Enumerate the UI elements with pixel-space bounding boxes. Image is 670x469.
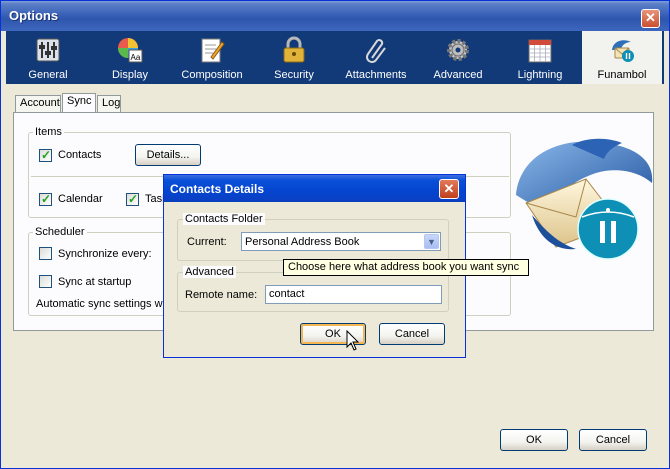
tool-attachments[interactable]: Attachments — [336, 31, 416, 84]
auto-sync-text: Automatic sync settings wi — [36, 298, 165, 310]
address-book-tooltip: Choose here what address book you want s… — [283, 259, 529, 276]
calendar-checkbox[interactable] — [39, 192, 52, 206]
dialog-title: Contacts Details — [170, 182, 265, 196]
contacts-label: Contacts — [58, 149, 102, 161]
dialog-close-button[interactable]: ✕ — [439, 179, 459, 199]
remote-name-input[interactable]: contact — [265, 285, 442, 304]
address-book-select-value: Personal Address Book — [245, 236, 360, 248]
tool-general-label: General — [28, 69, 68, 81]
tool-display-label: Display — [111, 69, 149, 81]
tool-attachments-label: Attachments — [345, 69, 407, 81]
tool-security-label: Security — [274, 69, 314, 81]
tool-lightning-label: Lightning — [517, 69, 563, 81]
padlock-icon — [283, 36, 305, 63]
tool-funambol[interactable]: Funambol — [582, 31, 662, 84]
options-ok-button[interactable]: OK — [500, 429, 568, 451]
tool-lightning[interactable]: Lightning — [500, 31, 580, 84]
items-group-title: Items — [33, 126, 64, 138]
sync-every-checkbox[interactable] — [39, 247, 52, 260]
funambol-bird-icon — [612, 40, 634, 62]
dialog-title-bar[interactable]: Contacts Details ✕ — [164, 175, 465, 202]
tool-funambol-label: Funambol — [597, 69, 647, 81]
paperclip-icon — [366, 39, 386, 63]
tab-log[interactable]: Log — [97, 95, 121, 112]
sync-startup-checkbox[interactable] — [39, 275, 52, 288]
tool-advanced-label: Advanced — [433, 69, 483, 81]
title-bar[interactable]: Options ✕ — [1, 1, 669, 31]
composition-pencil-icon — [201, 38, 225, 63]
display-palette-icon: Aa — [118, 38, 143, 63]
tool-composition[interactable]: Composition — [172, 31, 252, 84]
tool-composition-label: Composition — [181, 69, 243, 81]
tasks-checkbox[interactable] — [126, 192, 139, 206]
scheduler-group-title: Scheduler — [33, 226, 87, 238]
tool-security[interactable]: Security — [254, 31, 334, 84]
advanced-group-title: Advanced — [183, 266, 236, 278]
contacts-checkbox[interactable] — [39, 148, 52, 162]
sliders-icon — [36, 38, 60, 62]
current-label: Current: — [187, 236, 227, 248]
svg-text:Aa: Aa — [131, 53, 141, 62]
funambol-logo — [516, 138, 653, 260]
details-button[interactable]: Details... — [135, 144, 201, 166]
tab-account[interactable]: Account — [15, 95, 61, 112]
tool-general[interactable]: General — [8, 31, 88, 84]
contacts-folder-group-title: Contacts Folder — [183, 213, 265, 225]
calendar-icon — [528, 39, 552, 63]
address-book-select[interactable]: Personal Address Book ▼ — [241, 232, 441, 251]
mouse-cursor-icon — [346, 330, 360, 351]
calendar-label: Calendar — [58, 193, 103, 205]
options-cancel-button[interactable]: Cancel — [579, 429, 647, 451]
gear-icon — [447, 39, 469, 61]
dialog-cancel-button[interactable]: Cancel — [379, 323, 445, 345]
chevron-down-icon[interactable]: ▼ — [424, 234, 439, 249]
remote-name-label: Remote name: — [185, 289, 258, 301]
tool-advanced[interactable]: Advanced — [418, 31, 498, 84]
window-title: Options — [9, 8, 59, 23]
tab-sync[interactable]: Sync — [62, 93, 96, 113]
sync-every-label: Synchronize every: — [58, 248, 152, 260]
sync-startup-label: Sync at startup — [58, 276, 132, 288]
window-close-button[interactable]: ✕ — [641, 9, 660, 28]
category-toolbar: General Aa Display Composition Security … — [6, 31, 664, 84]
tool-display[interactable]: Aa Display — [90, 31, 170, 84]
